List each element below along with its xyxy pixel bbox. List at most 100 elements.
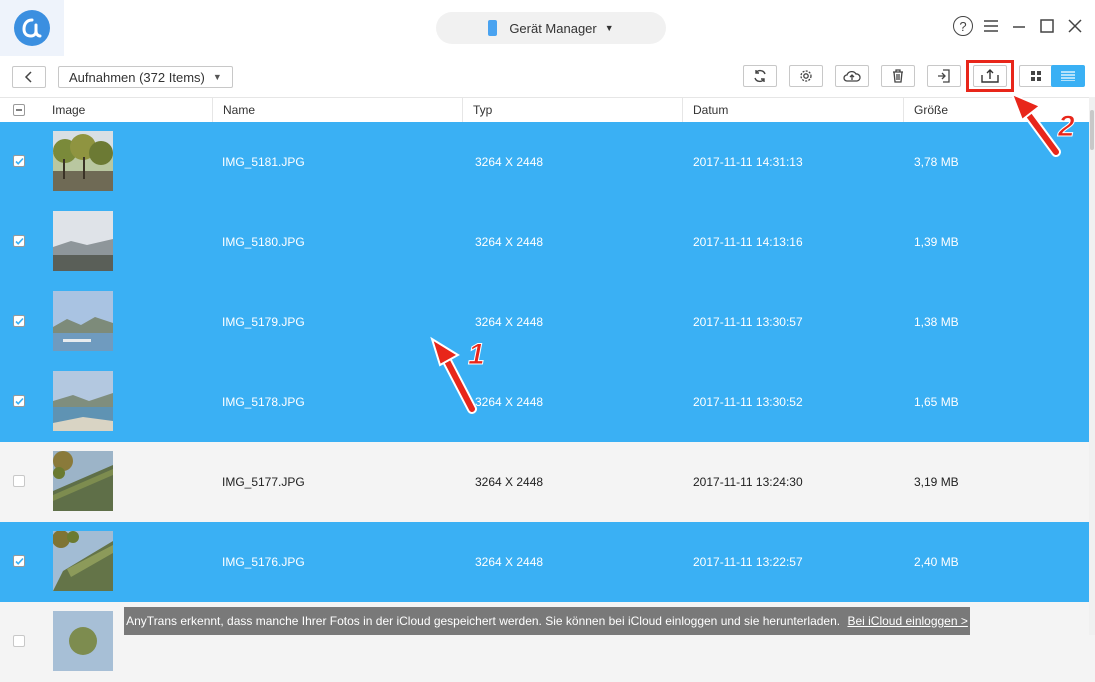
back-button[interactable]: [12, 66, 46, 88]
resolution: 3264 X 2448: [475, 555, 544, 569]
toolbar: Aufnahmen (372 Items) ▼: [0, 56, 1095, 96]
table-header: Image Name Typ Datum Größe: [0, 97, 1095, 123]
import-button[interactable]: [927, 65, 961, 87]
column-header-image[interactable]: Image: [42, 98, 85, 122]
grid-view-icon: [1031, 71, 1041, 81]
resolution: 3264 X 2448: [475, 475, 544, 489]
file-size: 1,39 MB: [914, 235, 959, 249]
photo-thumbnail[interactable]: [53, 451, 113, 511]
date: 2017-11-11 14:31:13: [693, 155, 803, 169]
resolution: 3264 X 2448: [475, 155, 544, 169]
settings-button[interactable]: [789, 65, 823, 87]
chevron-down-icon: ▼: [212, 72, 222, 82]
file-size: 1,65 MB: [914, 395, 959, 409]
device-selector[interactable]: Gerät Manager ▼: [436, 12, 666, 44]
file-name: IMG_5180.JPG: [222, 235, 305, 249]
file-size: 3,78 MB: [914, 155, 959, 169]
title-bar: Gerät Manager ▼ ?: [0, 0, 1095, 57]
hamburger-icon: [984, 20, 998, 32]
column-header-size[interactable]: Größe: [903, 98, 948, 122]
phone-icon: [488, 20, 498, 36]
table-row[interactable]: IMG_5178.JPG 3264 X 2448 2017-11-11 13:3…: [0, 362, 1095, 442]
photo-thumbnail[interactable]: [53, 371, 113, 431]
upload-to-cloud-button[interactable]: [835, 65, 869, 87]
table-row[interactable]: IMG_5181.JPG 3264 X 2448 2017-11-11 14:3…: [0, 122, 1095, 202]
trash-icon: [893, 69, 903, 83]
file-name: IMG_5176.JPG: [222, 555, 305, 569]
select-all-checkbox[interactable]: [13, 104, 25, 116]
annotation-number-1: 1: [468, 338, 486, 372]
chevron-left-icon: [24, 71, 32, 83]
file-size: 1,38 MB: [914, 315, 959, 329]
icloud-notification: AnyTrans erkennt, dass manche Ihrer Foto…: [124, 607, 970, 635]
list-view-button[interactable]: [1051, 65, 1085, 87]
date: 2017-11-11 13:24:30: [693, 475, 803, 489]
minimize-button[interactable]: [1007, 14, 1031, 38]
minimize-icon: [1013, 26, 1025, 28]
date: 2017-11-11 13:30:57: [693, 315, 803, 329]
row-checkbox[interactable]: [13, 555, 25, 567]
delete-button[interactable]: [881, 65, 915, 87]
app-logo-icon[interactable]: [14, 10, 50, 46]
checkmark-icon: [14, 317, 24, 325]
photo-thumbnail[interactable]: [53, 211, 113, 271]
table-row[interactable]: IMG_5179.JPG 3264 X 2448 2017-11-11 13:3…: [0, 282, 1095, 362]
row-checkbox[interactable]: [13, 235, 25, 247]
row-checkbox[interactable]: [13, 395, 25, 407]
table-row[interactable]: IMG_5177.JPG 3264 X 2448 2017-11-11 13:2…: [0, 442, 1095, 522]
maximize-icon: [1040, 19, 1054, 33]
category-dropdown[interactable]: Aufnahmen (372 Items) ▼: [58, 66, 233, 88]
refresh-button[interactable]: [743, 65, 777, 87]
file-name: IMG_5178.JPG: [222, 395, 305, 409]
chevron-down-icon: ▼: [604, 23, 614, 33]
file-size: 3,19 MB: [914, 475, 959, 489]
annotation-arrow-2: [1010, 92, 1061, 157]
category-label: Aufnahmen (372 Items): [69, 69, 205, 85]
notification-text: AnyTrans erkennt, dass manche Ihrer Foto…: [126, 614, 841, 628]
maximize-button[interactable]: [1035, 14, 1059, 38]
icloud-login-link[interactable]: Bei iCloud einloggen >: [847, 614, 967, 628]
row-checkbox[interactable]: [13, 155, 25, 167]
date: 2017-11-11 13:30:52: [693, 395, 803, 409]
list-view-icon: [1061, 71, 1075, 81]
photo-thumbnail[interactable]: [53, 131, 113, 191]
file-name: IMG_5179.JPG: [222, 315, 305, 329]
scrollbar[interactable]: [1089, 97, 1095, 635]
close-icon: [1068, 19, 1082, 33]
file-name: IMG_5181.JPG: [222, 155, 305, 169]
resolution: 3264 X 2448: [475, 315, 544, 329]
column-header-name[interactable]: Name: [212, 98, 255, 122]
photo-thumbnail[interactable]: [53, 531, 113, 591]
grid-view-button[interactable]: [1019, 65, 1053, 87]
device-label: Gerät Manager: [509, 20, 597, 36]
help-icon: ?: [953, 16, 973, 36]
column-header-date[interactable]: Datum: [682, 98, 728, 122]
minus-icon: [16, 109, 22, 111]
row-checkbox[interactable]: [13, 635, 25, 647]
table-row[interactable]: IMG_5180.JPG 3264 X 2448 2017-11-11 14:1…: [0, 202, 1095, 282]
table-row[interactable]: IMG_5176.JPG 3264 X 2448 2017-11-11 13:2…: [0, 522, 1095, 602]
refresh-icon: [754, 69, 766, 83]
checkmark-icon: [14, 397, 24, 405]
help-button[interactable]: ?: [951, 14, 975, 38]
menu-button[interactable]: [979, 14, 1003, 38]
column-header-type[interactable]: Typ: [462, 98, 492, 122]
scrollbar-thumb[interactable]: [1090, 110, 1094, 150]
resolution: 3264 X 2448: [475, 235, 544, 249]
date: 2017-11-11 13:22:57: [693, 555, 803, 569]
file-size: 2,40 MB: [914, 555, 959, 569]
row-checkbox[interactable]: [13, 475, 25, 487]
resolution: 3264 X 2448: [475, 395, 544, 409]
file-name: IMG_5177.JPG: [222, 475, 305, 489]
cloud-upload-icon: [843, 70, 861, 82]
settings-icon: [800, 70, 812, 82]
close-button[interactable]: [1063, 14, 1087, 38]
logo-area: [0, 0, 64, 56]
export-highlight-box: [966, 60, 1014, 92]
photo-thumbnail[interactable]: [53, 611, 113, 671]
row-checkbox[interactable]: [13, 315, 25, 327]
annotation-number-2: 2: [1058, 110, 1076, 144]
photo-thumbnail[interactable]: [53, 291, 113, 351]
checkmark-icon: [14, 237, 24, 245]
date: 2017-11-11 14:13:16: [693, 235, 803, 249]
